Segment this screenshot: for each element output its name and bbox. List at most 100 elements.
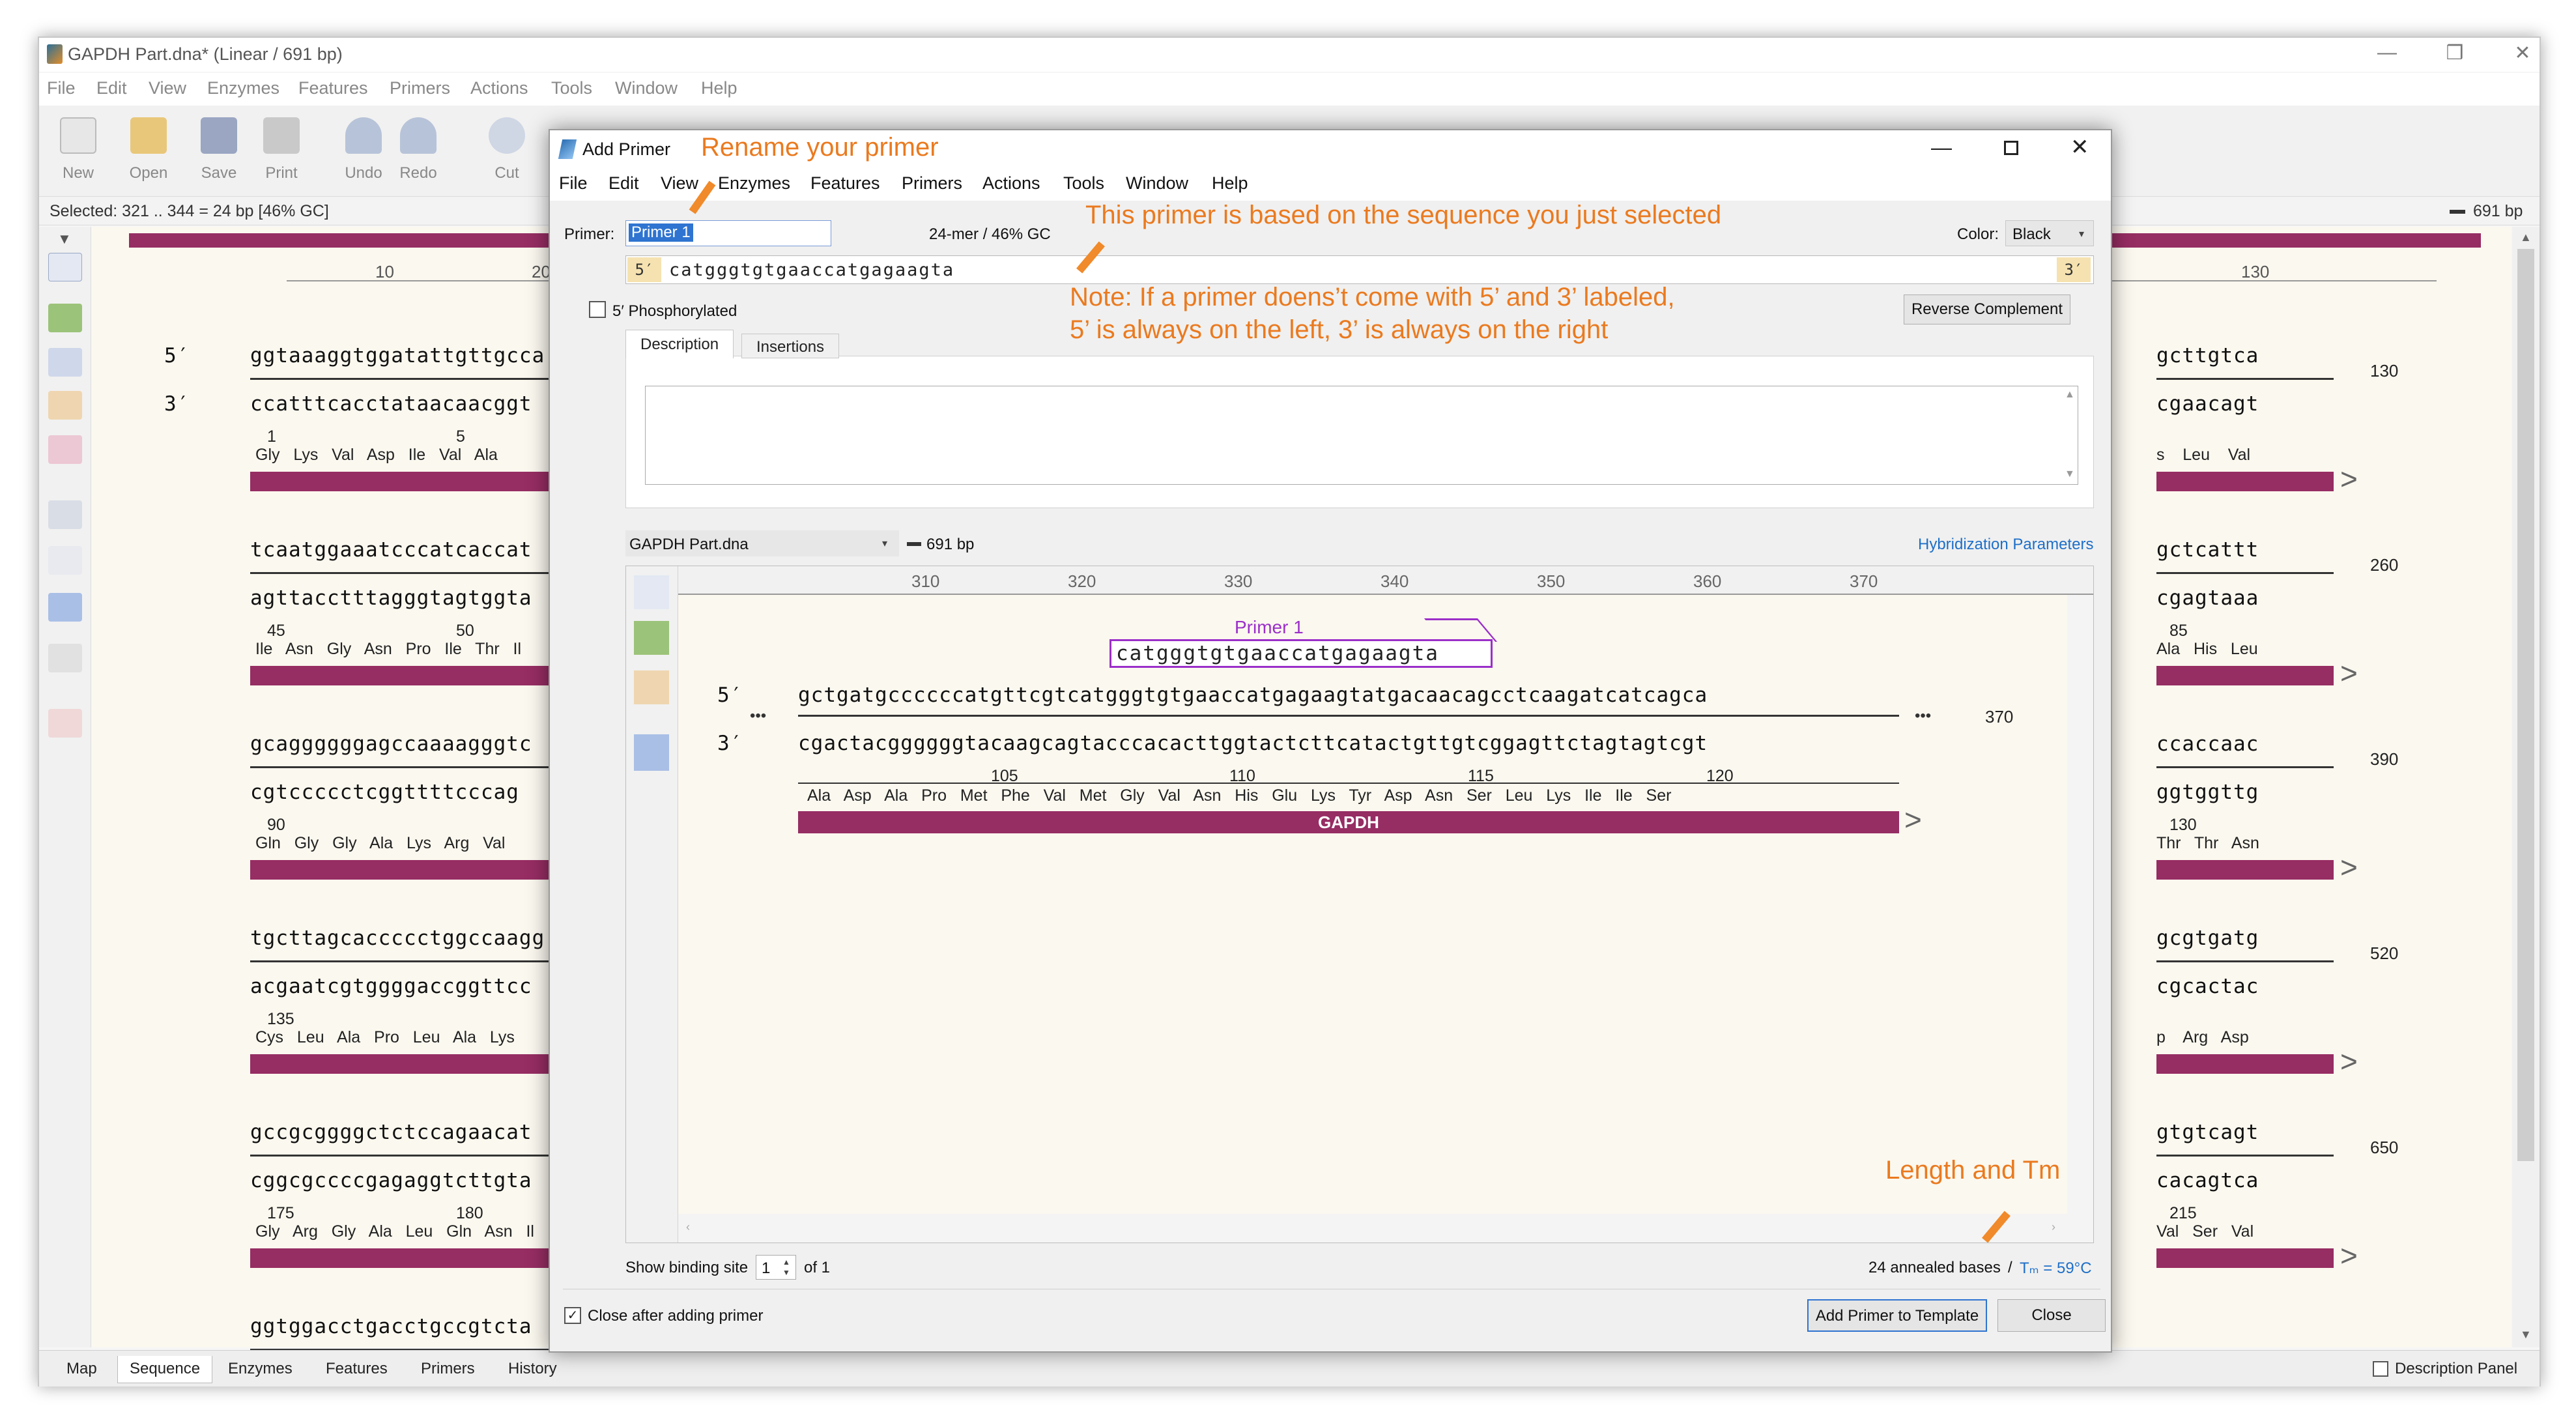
enzyme-site-icon[interactable]	[48, 253, 82, 281]
feature-arrow-icon[interactable]	[48, 304, 82, 332]
tab-features[interactable]: Features	[314, 1356, 399, 1383]
tab-map[interactable]: Map	[55, 1356, 109, 1383]
feature-arrow-icon[interactable]	[634, 621, 669, 655]
tab-insertions[interactable]: Insertions	[741, 334, 840, 358]
codon-icon[interactable]	[48, 709, 82, 738]
collapse-icon[interactable]: ▼	[57, 231, 72, 248]
dna-letters-icon[interactable]	[48, 546, 82, 575]
dialog-menu-edit[interactable]: Edit	[608, 173, 639, 194]
dialog-menu-actions[interactable]: Actions	[982, 173, 1040, 194]
phosphorylated-checkbox[interactable]	[589, 301, 606, 318]
translation-arrow-icon[interactable]	[48, 435, 82, 464]
menu-edit[interactable]: Edit	[96, 78, 127, 98]
annotation-note-line1: Note: If a primer doens’t come with 5’ a…	[1070, 283, 1675, 311]
scroll-up-icon[interactable]: ▲	[2520, 231, 2532, 244]
preview-scroll-left-icon[interactable]: ‹	[686, 1220, 690, 1234]
menu-features[interactable]: Features	[298, 78, 368, 98]
tab-description[interactable]: Description	[625, 330, 734, 358]
window-title: GAPDH Part.dna* (Linear / 691 bp)	[68, 44, 343, 64]
menu-view[interactable]: View	[149, 78, 186, 98]
preview-scroll-right-icon[interactable]: ›	[2052, 1220, 2055, 1234]
menu-primers[interactable]: Primers	[390, 78, 450, 98]
complement-icon[interactable]	[48, 500, 82, 529]
dialog-menu-features[interactable]: Features	[810, 173, 880, 194]
tab-primers[interactable]: Primers	[409, 1356, 487, 1383]
dialog-menu-tools[interactable]: Tools	[1063, 173, 1104, 194]
menu-window[interactable]: Window	[615, 78, 678, 98]
description-textarea[interactable]: ▲ ▼	[645, 386, 2078, 485]
save-button[interactable]: Save	[186, 113, 251, 192]
tab-history[interactable]: History	[496, 1356, 569, 1383]
close-after-label: Close after adding primer	[588, 1307, 764, 1325]
color-select[interactable]: Black ▾	[2005, 220, 2094, 246]
dialog-menu-view[interactable]: View	[661, 173, 698, 194]
minimize-icon[interactable]: —	[2368, 42, 2407, 64]
menu-enzymes[interactable]: Enzymes	[207, 78, 279, 98]
feature-direction-icon: >	[2340, 1044, 2358, 1078]
close-icon[interactable]: ✕	[2503, 42, 2542, 65]
dialog-menu-help[interactable]: Help	[1212, 173, 1248, 194]
menu-file[interactable]: File	[47, 78, 76, 98]
new-button[interactable]: New	[46, 113, 111, 192]
menu-actions[interactable]: Actions	[470, 78, 528, 98]
primers-toggle-icon[interactable]	[48, 348, 82, 377]
dialog-close-icon[interactable]: ✕	[2070, 134, 2089, 160]
preview-vertical-scrollbar[interactable]	[2067, 595, 2093, 1243]
dialog-menu-file[interactable]: File	[559, 173, 588, 194]
hybridization-parameters-link[interactable]: Hybridization Parameters	[1918, 536, 2093, 554]
amino-acid-icon[interactable]	[634, 734, 669, 771]
preview-horizontal-scrollbar[interactable]	[678, 1214, 2067, 1243]
primer-sequence-input[interactable]: 5′ catgggtgtgaaccatgagaagta 3′	[625, 255, 2094, 284]
vertical-scrollbar[interactable]: ▲ ▼	[2512, 227, 2540, 1347]
textarea-scroll-down-icon[interactable]: ▼	[2065, 468, 2075, 480]
scroll-down-icon[interactable]: ▼	[2520, 1328, 2532, 1342]
spacing-icon[interactable]	[48, 644, 82, 672]
view-tabs: Map Sequence Enzymes Features Primers Hi…	[39, 1350, 2540, 1387]
restore-icon[interactable]: ❒	[2435, 42, 2474, 65]
feature-direction-icon: >	[2340, 1239, 2358, 1272]
melting-temperature[interactable]: Tₘ = 59°C	[2020, 1259, 2092, 1278]
print-button[interactable]: Print	[249, 113, 314, 192]
tab-enzymes[interactable]: Enzymes	[216, 1356, 304, 1383]
close-after-checkbox[interactable]: ✓	[564, 1307, 581, 1324]
tm-separator: /	[2008, 1259, 2012, 1276]
tab-sequence[interactable]: Sequence	[117, 1356, 213, 1383]
add-primer-button[interactable]: Add Primer to Template	[1807, 1299, 1987, 1332]
dialog-menu-window[interactable]: Window	[1126, 173, 1188, 194]
amino-acid-icon[interactable]	[48, 593, 82, 622]
preview-primer-sequence: catgggtgtgaaccatgagaagta	[1116, 642, 1439, 665]
cut-button[interactable]: Cut	[474, 113, 539, 192]
orf-icon[interactable]	[48, 391, 82, 420]
dialog-menu-primers[interactable]: Primers	[902, 173, 962, 194]
description-panel-label: Description Panel	[2395, 1360, 2518, 1377]
tick-line	[2156, 378, 2334, 392]
folder-icon	[130, 117, 167, 154]
close-button[interactable]: Close	[1997, 1299, 2106, 1332]
textarea-scroll-up-icon[interactable]: ▲	[2065, 389, 2075, 401]
binding-site-stepper[interactable]: 1 ▲ ▼	[756, 1255, 796, 1280]
dialog-maximize-icon[interactable]	[2004, 141, 2018, 155]
top-strand-right: gcgtgatg	[2156, 927, 2259, 950]
description-panel-checkbox[interactable]	[2373, 1361, 2388, 1377]
primer-name-input[interactable]: Primer 1	[625, 220, 831, 246]
enzyme-site-icon[interactable]	[634, 575, 669, 609]
template-select[interactable]: GAPDH Part.dna ▾	[625, 530, 899, 556]
translation: Gly Arg Gly Ala Leu Gln Asn Il	[255, 1222, 534, 1241]
scrollbar-thumb[interactable]	[2517, 249, 2534, 1161]
reverse-complement-button[interactable]: Reverse Complement	[1904, 295, 2070, 324]
menu-tools[interactable]: Tools	[551, 78, 592, 98]
stepper-arrows-icon[interactable]: ▲ ▼	[782, 1257, 790, 1278]
aa-number: 135	[267, 1010, 294, 1028]
row-number: 520	[2370, 943, 2399, 963]
open-button[interactable]: Open	[116, 113, 181, 192]
aa-number: 1	[267, 427, 276, 446]
menu-help[interactable]: Help	[701, 78, 737, 98]
dialog-minimize-icon[interactable]: —	[1931, 136, 1952, 160]
primers-toggle-icon[interactable]	[634, 670, 669, 704]
app-icon	[47, 44, 63, 64]
dialog-menu-enzymes[interactable]: Enzymes	[718, 173, 790, 194]
redo-button[interactable]: Redo	[386, 113, 451, 192]
preview-feature-gapdh[interactable]: GAPDH	[798, 811, 1899, 833]
primer-name-value: Primer 1	[629, 223, 693, 242]
menu-bar: File Edit View Enzymes Features Primers …	[39, 73, 2540, 106]
